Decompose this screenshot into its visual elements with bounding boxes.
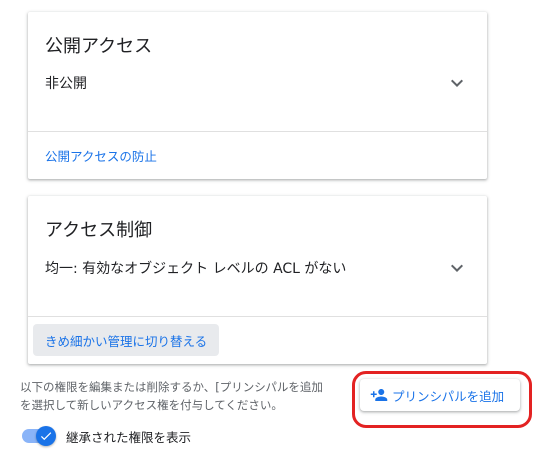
show-inherited-permissions-label: 継承された権限を表示 xyxy=(66,429,192,445)
show-inherited-permissions-row: 継承された権限を表示 xyxy=(20,426,191,446)
public-access-card: 公開アクセス 非公開 公開アクセスの防止 xyxy=(28,12,487,179)
prevent-public-access-link[interactable]: 公開アクセスの防止 xyxy=(45,146,157,165)
switch-to-fine-grained-button[interactable]: きめ細かい管理に切り替える xyxy=(33,324,220,356)
add-principal-label: プリンシパルを追加 xyxy=(392,388,505,404)
public-access-select[interactable]: 非公開 xyxy=(45,69,469,97)
chevron-down-icon xyxy=(445,256,469,280)
permissions-info-line: 以下の権限を編集または削除するか、[プリンシパルを追加 xyxy=(20,380,323,394)
person-add-icon xyxy=(370,386,388,404)
access-control-select[interactable]: 均一: 有効なオブジェクト レベルの ACL がない xyxy=(45,254,469,282)
show-inherited-permissions-toggle[interactable] xyxy=(20,426,56,446)
permissions-info-line: を選択して新しいアクセス権を付与してください。 xyxy=(20,398,283,412)
public-access-title: 公開アクセス xyxy=(45,36,153,57)
divider xyxy=(28,131,487,132)
chevron-down-icon xyxy=(445,71,469,95)
permissions-info-text: 以下の権限を編集または削除するか、[プリンシパルを追加 を選択して新しいアクセス… xyxy=(20,378,352,414)
check-icon xyxy=(40,432,52,441)
divider xyxy=(28,316,487,317)
public-access-value: 非公開 xyxy=(45,76,87,92)
access-control-value: 均一: 有効なオブジェクト レベルの ACL がない xyxy=(45,261,347,277)
add-principal-button[interactable]: プリンシパルを追加 xyxy=(360,379,520,411)
toggle-thumb xyxy=(36,426,56,446)
access-control-card: アクセス制御 均一: 有効なオブジェクト レベルの ACL がない きめ細かい管… xyxy=(28,196,487,364)
access-control-title: アクセス制御 xyxy=(45,220,153,241)
